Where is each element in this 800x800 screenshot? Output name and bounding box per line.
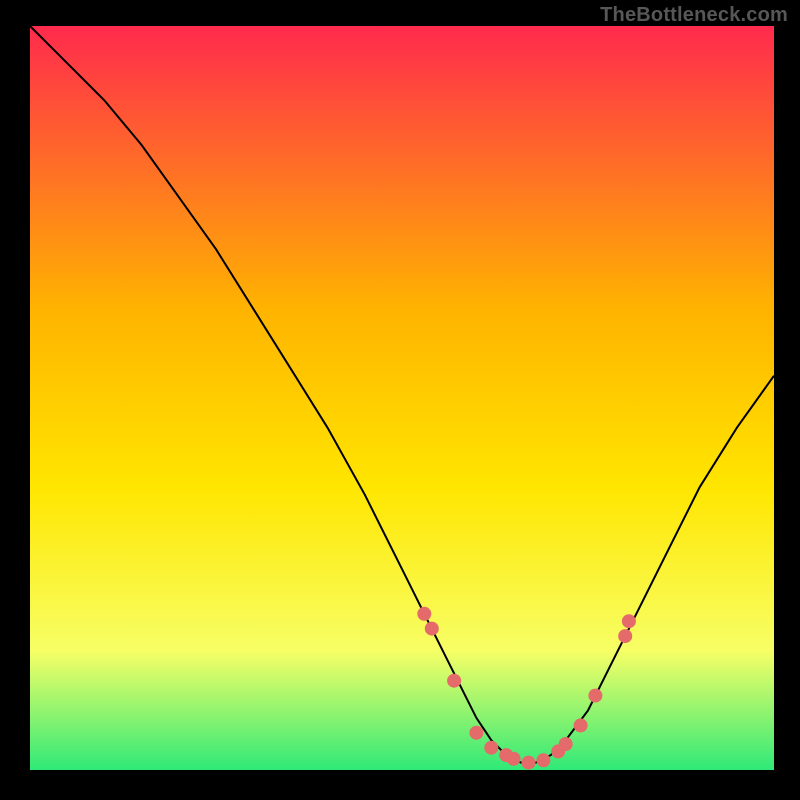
threshold-marker [522, 756, 536, 770]
threshold-marker [484, 741, 498, 755]
threshold-marker [559, 737, 573, 751]
threshold-marker [447, 674, 461, 688]
plot-area [30, 26, 774, 770]
threshold-marker [622, 614, 636, 628]
threshold-marker [425, 622, 439, 636]
chart-stage: TheBottleneck.com [0, 0, 800, 800]
threshold-marker [469, 726, 483, 740]
threshold-marker [507, 752, 521, 766]
bottleneck-chart [0, 0, 800, 800]
threshold-marker [536, 753, 550, 767]
threshold-marker [417, 607, 431, 621]
threshold-marker [574, 718, 588, 732]
watermark-text: TheBottleneck.com [600, 4, 788, 27]
threshold-marker [618, 629, 632, 643]
threshold-marker [588, 689, 602, 703]
